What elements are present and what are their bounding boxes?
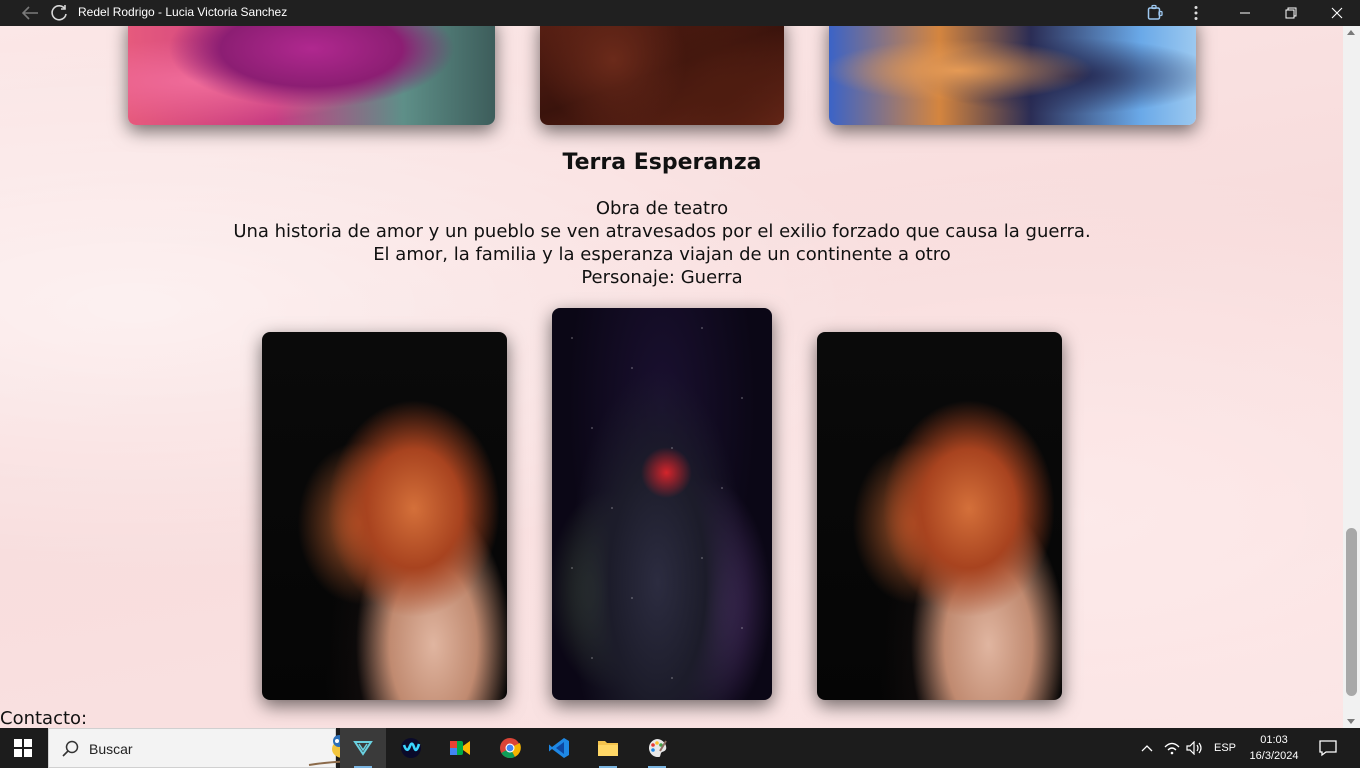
chrome-icon[interactable]: [487, 728, 533, 768]
back-arrow-icon[interactable]: [18, 3, 42, 23]
gallery-photo[interactable]: [829, 26, 1196, 125]
webex-icon[interactable]: [388, 728, 434, 768]
more-options-icon[interactable]: [1186, 3, 1206, 23]
description-line: Una historia de amor y un pueblo se ven …: [233, 221, 1091, 242]
scroll-up-icon[interactable]: [1347, 30, 1355, 35]
refresh-icon[interactable]: [48, 3, 70, 23]
title-bar: Redel Rodrigo - Lucia Victoria Sanchez: [0, 0, 1360, 26]
browser-app-icon[interactable]: [340, 728, 386, 768]
gallery-photo[interactable]: [540, 26, 784, 125]
contact-label: Contacto:: [0, 708, 88, 728]
play-title: Terra Esperanza: [562, 150, 762, 175]
notifications-icon[interactable]: [1314, 728, 1342, 768]
gallery-photo-group[interactable]: [552, 308, 772, 700]
volume-icon[interactable]: [1184, 728, 1206, 768]
search-placeholder: Buscar: [89, 741, 133, 757]
stars-background: [552, 308, 772, 700]
play-description: Obra de teatro Una historia de amor y un…: [0, 197, 1324, 289]
language-indicator[interactable]: ESP: [1212, 728, 1238, 768]
taskbar-search[interactable]: Buscar: [48, 728, 386, 768]
system-clock[interactable]: 01:03 16/3/2024: [1246, 732, 1302, 764]
taskbar: Buscar ESP 01:03 16/3/2024: [0, 728, 1360, 768]
description-line: Obra de teatro: [595, 198, 729, 219]
gallery-photo-portrait[interactable]: [817, 332, 1062, 700]
search-icon: [62, 740, 79, 757]
file-explorer-icon[interactable]: [585, 728, 631, 768]
paint-icon[interactable]: [634, 728, 680, 768]
chevron-up-icon[interactable]: [1138, 728, 1156, 768]
scrollbar-thumb[interactable]: [1346, 528, 1357, 696]
google-meet-icon[interactable]: [437, 728, 483, 768]
clock-time: 01:03: [1260, 734, 1288, 746]
extensions-icon[interactable]: [1144, 3, 1166, 23]
restore-icon[interactable]: [1276, 3, 1306, 23]
clock-date: 16/3/2024: [1249, 750, 1299, 762]
vertical-scrollbar[interactable]: [1343, 26, 1360, 728]
gallery-photo[interactable]: [128, 26, 495, 125]
windows-start-icon[interactable]: [14, 739, 32, 757]
description-line: Personaje: Guerra: [581, 267, 743, 288]
description-line: El amor, la familia y la esperanza viaja…: [373, 244, 951, 265]
minimize-icon[interactable]: [1230, 3, 1260, 23]
vscode-icon[interactable]: [536, 728, 582, 768]
wifi-icon[interactable]: [1162, 728, 1182, 768]
window-title: Redel Rodrigo - Lucia Victoria Sanchez: [78, 5, 288, 19]
gallery-photo-portrait[interactable]: [262, 332, 507, 700]
close-icon[interactable]: [1322, 3, 1352, 23]
scroll-down-icon[interactable]: [1347, 719, 1355, 724]
page-content: Terra Esperanza Obra de teatro Una histo…: [0, 26, 1343, 728]
